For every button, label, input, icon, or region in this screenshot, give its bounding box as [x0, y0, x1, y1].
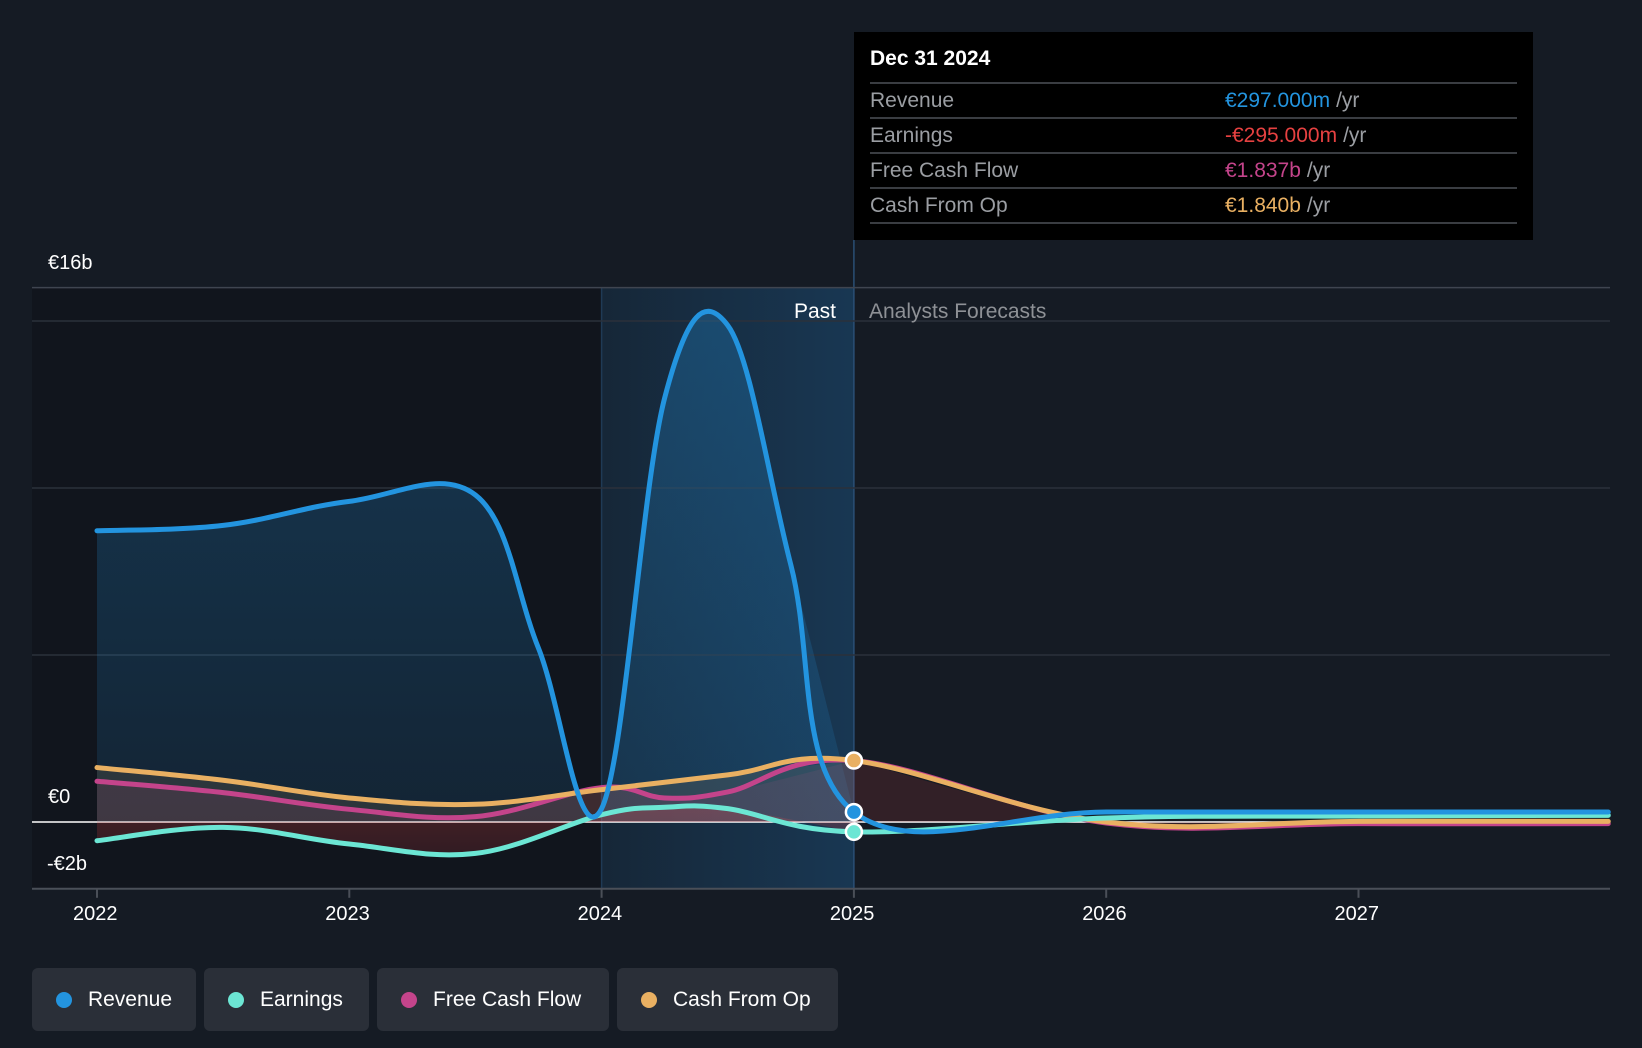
legend-item-earnings[interactable]: Earnings: [204, 968, 369, 1031]
legend-item-cash-from-op[interactable]: Cash From Op: [617, 968, 838, 1031]
tooltip-label: Revenue: [870, 89, 955, 112]
tooltip: Dec 31 2024 Revenue €297.000m /yr Earnin…: [854, 32, 1533, 240]
y-tick-label-bottom: -€2b: [47, 853, 88, 875]
tooltip-row-cash-from-op: Cash From Op €1.840b /yr: [870, 189, 1517, 224]
x-tick-label: 2027: [1334, 902, 1380, 925]
tooltip-label: Free Cash Flow: [870, 159, 1019, 182]
tooltip-label: Earnings: [870, 124, 953, 147]
tooltip-value: €1.837b: [1225, 159, 1301, 182]
legend-label: Free Cash Flow: [433, 987, 582, 1011]
tooltip-value: -€295.000m: [1225, 124, 1338, 147]
tooltip-unit: /yr: [1343, 124, 1367, 147]
x-tick-label: 2023: [325, 902, 370, 925]
tooltip-row-earnings: Earnings -€295.000m /yr: [870, 119, 1517, 154]
legend-dot-icon: [228, 991, 244, 1008]
y-tick-label-zero: €0: [48, 786, 71, 808]
tooltip-date: Dec 31 2024: [870, 46, 1517, 84]
x-tick-label: 2024: [577, 902, 623, 925]
past-label: Past: [793, 300, 836, 323]
x-tick-label: 2022: [73, 902, 118, 925]
legend-dot-icon: [641, 991, 657, 1008]
x-tick-label: 2026: [1082, 902, 1127, 925]
legend-label: Cash From Op: [673, 987, 811, 1011]
tooltip-value: €1.840b: [1225, 194, 1301, 217]
forecast-label: Analysts Forecasts: [869, 300, 1047, 323]
legend-item-free-cash-flow[interactable]: Free Cash Flow: [377, 968, 609, 1031]
legend-dot-icon: [401, 991, 417, 1008]
tooltip-row-revenue: Revenue €297.000m /yr: [870, 84, 1517, 119]
data-point-marker-cash-from-op: [844, 751, 864, 770]
tooltip-unit: /yr: [1336, 89, 1360, 112]
legend-label: Earnings: [260, 987, 343, 1011]
legend-label: Revenue: [87, 987, 172, 1011]
data-point-marker-earnings: [844, 822, 864, 842]
legend: Revenue Earnings Free Cash Flow Cash Fro…: [32, 968, 838, 1031]
tooltip-row-free-cash-flow: Free Cash Flow €1.837b /yr: [870, 154, 1517, 189]
tooltip-value: €297.000m: [1225, 89, 1331, 112]
tooltip-unit: /yr: [1306, 159, 1331, 182]
x-tick-label: 2025: [829, 902, 875, 925]
legend-item-revenue[interactable]: Revenue: [32, 968, 196, 1031]
legend-dot-icon: [56, 991, 72, 1008]
tooltip-unit: /yr: [1306, 194, 1331, 217]
y-tick-label-top: €16b: [48, 252, 93, 274]
data-point-marker-revenue: [844, 802, 864, 822]
tooltip-label: Cash From Op: [870, 194, 1008, 217]
